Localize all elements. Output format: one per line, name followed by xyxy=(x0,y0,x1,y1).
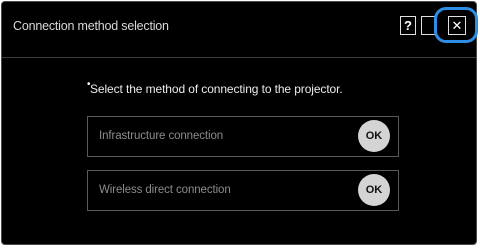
help-icon: ? xyxy=(404,18,412,33)
close-icon: ✕ xyxy=(451,17,463,33)
instruction-text: Select the method of connecting to the p… xyxy=(90,82,343,96)
ok-button-infrastructure[interactable]: OK xyxy=(358,120,390,152)
close-button[interactable]: ✕ xyxy=(448,16,466,35)
connection-method-dialog: Connection method selection ? ✕ • Select… xyxy=(1,1,478,245)
ok-button-wireless-direct[interactable]: OK xyxy=(358,174,390,206)
option-label: Wireless direct connection xyxy=(99,184,231,196)
title-divider xyxy=(2,57,476,58)
dialog-title: Connection method selection xyxy=(13,19,169,33)
option-infrastructure-connection: Infrastructure connection OK xyxy=(87,116,399,157)
option-wireless-direct-connection: Wireless direct connection OK xyxy=(87,170,399,211)
option-label: Infrastructure connection xyxy=(99,130,224,142)
help-button[interactable]: ? xyxy=(400,16,416,35)
